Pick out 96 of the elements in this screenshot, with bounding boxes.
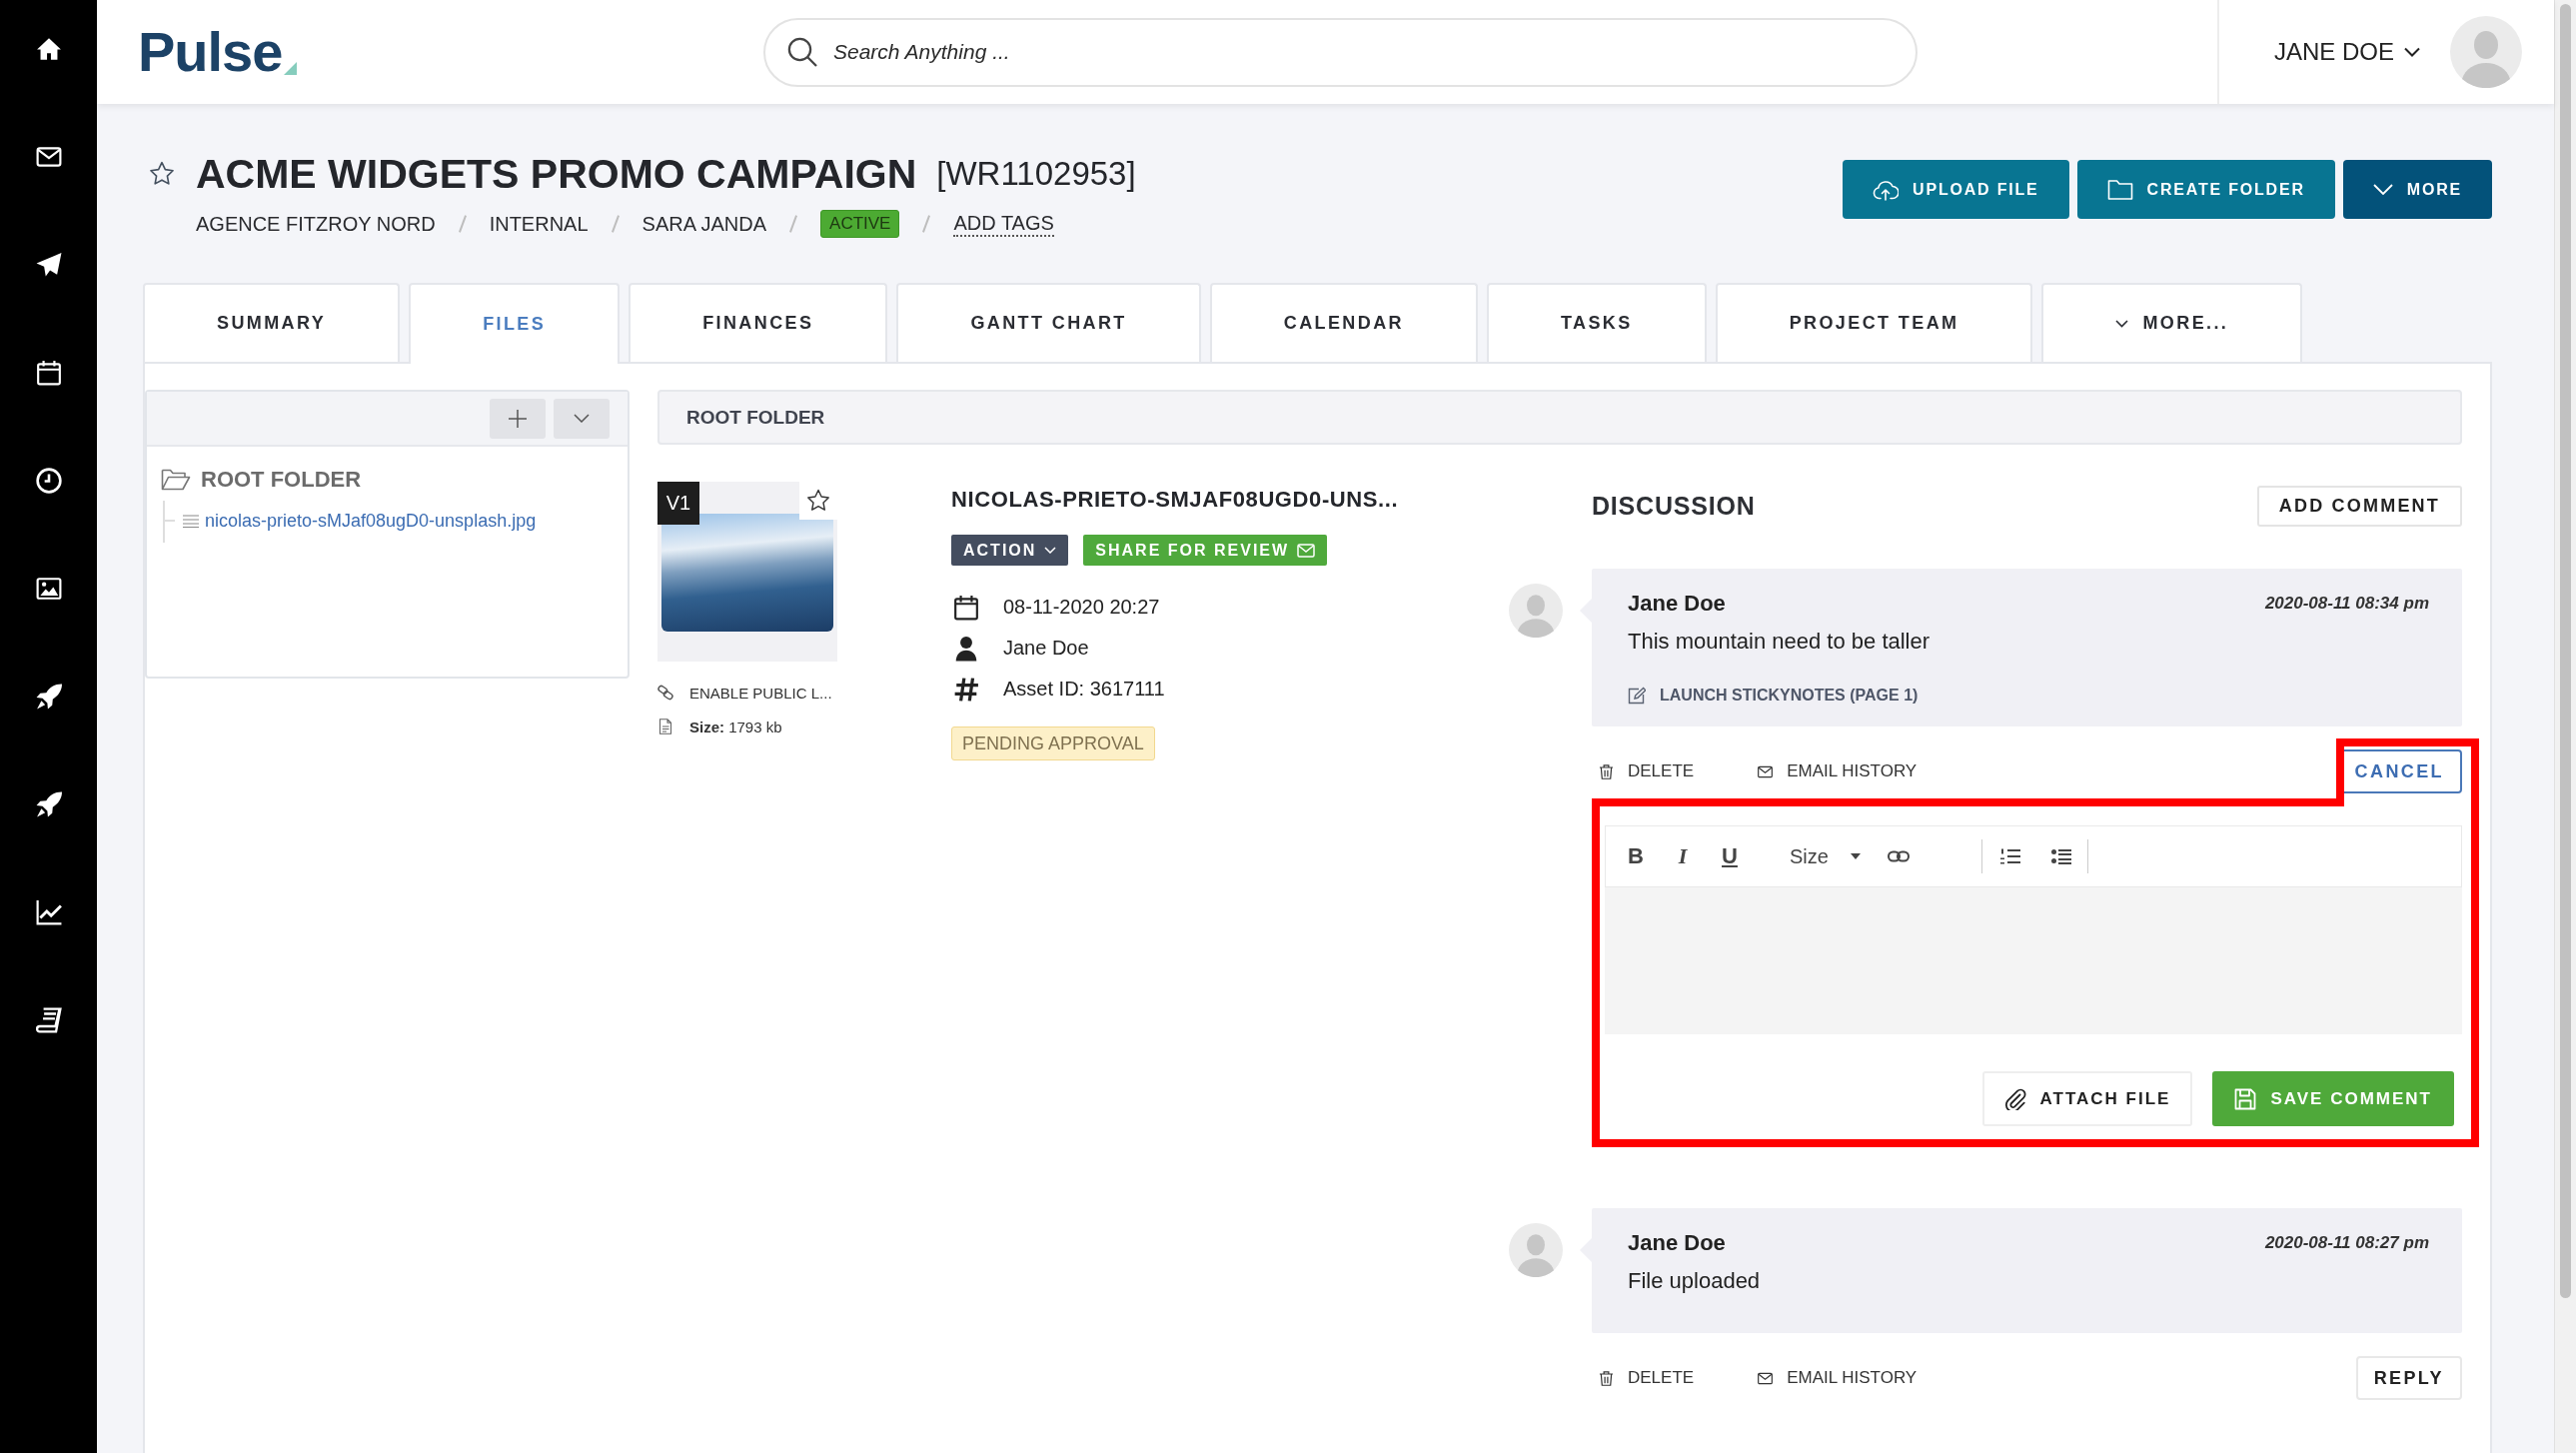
cloud-upload-icon <box>1873 178 1900 201</box>
file-name: NICOLAS-PRIETO-SMJAF08UGD0-UNS... <box>951 486 1400 514</box>
meta-text: Asset ID: 3617111 <box>1003 678 1165 701</box>
file-size: Size: 1793 kb <box>689 718 782 735</box>
chevron-down-icon <box>1044 547 1057 554</box>
chevron-down-icon <box>2115 319 2129 328</box>
project-code: [WR1102953] <box>936 155 1136 193</box>
add-button[interactable] <box>490 398 546 439</box>
version-badge: V1 <box>657 482 699 525</box>
document-icon <box>657 719 673 734</box>
edit-icon <box>1628 687 1646 705</box>
book-icon[interactable] <box>35 1007 62 1033</box>
status-badge: ACTIVE <box>820 210 900 238</box>
clock-icon[interactable] <box>35 468 62 494</box>
tab[interactable]: GANTT CHART <box>896 283 1201 362</box>
trash-icon <box>1599 1370 1614 1386</box>
logo-text[interactable]: Pulse <box>138 24 283 80</box>
breadcrumb-item: AGENCE FITZROY NORD <box>196 212 436 236</box>
tab[interactable]: MORE... <box>2041 283 2303 362</box>
folder-icon <box>2106 178 2133 201</box>
file-link[interactable]: nicolas-prieto-sMJaf08ugD0-unsplash.jpg <box>205 510 537 532</box>
link-icon <box>1887 850 1910 862</box>
comment-author: Jane Doe <box>1628 1230 1726 1256</box>
plus-icon <box>508 408 528 429</box>
bullet-list-icon <box>2050 848 2071 864</box>
delete-button[interactable]: DELETE <box>1599 1368 1695 1388</box>
italic-button[interactable]: I <box>1665 838 1701 874</box>
create-folder-button[interactable]: CREATE FOLDER <box>2076 160 2335 219</box>
triangle-icon <box>284 62 298 75</box>
enable-public-link[interactable]: ENABLE PUBLIC L... <box>689 684 832 702</box>
attach-file-button[interactable]: ATTACH FILE <box>1981 1071 2193 1126</box>
tab[interactable]: TASKS <box>1486 283 1707 362</box>
launch-stickynotes-link[interactable]: LAUNCH STICKYNOTES (PAGE 1) <box>1628 683 1919 709</box>
meta-text: Jane Doe <box>1003 637 1089 660</box>
scrollbar-thumb[interactable] <box>2560 4 2571 1298</box>
comment-time: 2020-08-11 08:27 pm <box>2264 1233 2429 1253</box>
delete-button[interactable]: DELETE <box>1599 761 1695 781</box>
avatar-icon <box>1509 1223 1563 1277</box>
chevron-down-icon <box>2372 184 2393 195</box>
rocket-icon[interactable] <box>35 791 62 817</box>
caret-down-icon <box>1850 853 1861 859</box>
user-menu[interactable]: JANE DOE <box>2273 38 2420 66</box>
font-size-dropdown[interactable]: Size <box>1778 838 1861 874</box>
breadcrumb-item: SARA JANDA <box>642 212 767 236</box>
chevron-down-icon <box>2404 47 2420 57</box>
comment-author: Jane Doe <box>1628 591 1726 617</box>
link-icon <box>657 685 673 701</box>
paperclip-icon <box>2003 1087 2026 1110</box>
tab[interactable]: FILES <box>409 283 621 364</box>
project-title: ACME WIDGETS PROMO CAMPAIGN <box>196 150 917 199</box>
chart-icon[interactable] <box>35 899 62 925</box>
email-history-button[interactable]: EMAIL HISTORY <box>1758 1368 1918 1388</box>
avatar-icon <box>1509 584 1563 638</box>
numbered-list-icon <box>1999 848 2020 864</box>
tab[interactable]: FINANCES <box>629 283 888 362</box>
underline-button[interactable]: U <box>1712 838 1748 874</box>
search-icon <box>787 36 817 67</box>
trash-icon <box>1599 763 1614 779</box>
comment-text: This mountain need to be taller <box>1628 628 1932 656</box>
file-icon <box>183 514 199 528</box>
folder-path-bar: ROOT FOLDER <box>657 390 2462 445</box>
upload-file-button[interactable]: UPLOAD FILE <box>1843 160 2069 219</box>
mail-icon[interactable] <box>35 144 62 170</box>
reply-button[interactable]: REPLY <box>2355 1356 2462 1400</box>
calendar-icon <box>953 594 979 621</box>
calendar-icon[interactable] <box>35 360 62 386</box>
breadcrumb-item: INTERNAL <box>489 212 589 236</box>
comment-text: File uploaded <box>1628 1267 1762 1295</box>
add-comment-button[interactable]: ADD COMMENT <box>2256 486 2462 527</box>
thumbnail-card[interactable]: V1 <box>657 482 837 662</box>
status-badge: PENDING APPROVAL <box>951 726 1155 760</box>
rocket-icon[interactable] <box>35 684 62 710</box>
envelope-icon <box>1758 763 1774 779</box>
star-icon[interactable] <box>149 161 175 187</box>
action-dropdown[interactable]: ACTION <box>951 535 1069 566</box>
search-field[interactable]: Search Anything ... <box>763 17 1918 87</box>
scrollbar[interactable] <box>2554 0 2576 1453</box>
image-icon[interactable] <box>35 576 62 602</box>
hash-icon <box>953 676 979 703</box>
tab[interactable]: SUMMARY <box>143 283 401 362</box>
tab[interactable]: PROJECT TEAM <box>1715 283 2033 362</box>
more-button[interactable]: MORE <box>2342 160 2492 219</box>
tree-item[interactable]: ROOT FOLDER <box>201 467 362 493</box>
email-history-button[interactable]: EMAIL HISTORY <box>1758 761 1918 781</box>
tab[interactable]: CALENDAR <box>1209 283 1478 362</box>
person-icon <box>953 635 979 662</box>
add-tags-link[interactable]: ADD TAGS <box>953 211 1054 237</box>
envelope-icon <box>1758 1370 1774 1386</box>
envelope-icon <box>1297 543 1316 558</box>
meta-text: 08-11-2020 20:27 <box>1003 596 1160 619</box>
comment-time: 2020-08-11 08:34 pm <box>2264 594 2429 614</box>
chevron-down-icon <box>574 414 590 423</box>
bold-button[interactable]: B <box>1618 838 1654 874</box>
home-icon[interactable] <box>35 36 62 62</box>
paper-plane-icon[interactable] <box>35 252 62 278</box>
discussion-title: DISCUSSION <box>1592 492 1756 521</box>
